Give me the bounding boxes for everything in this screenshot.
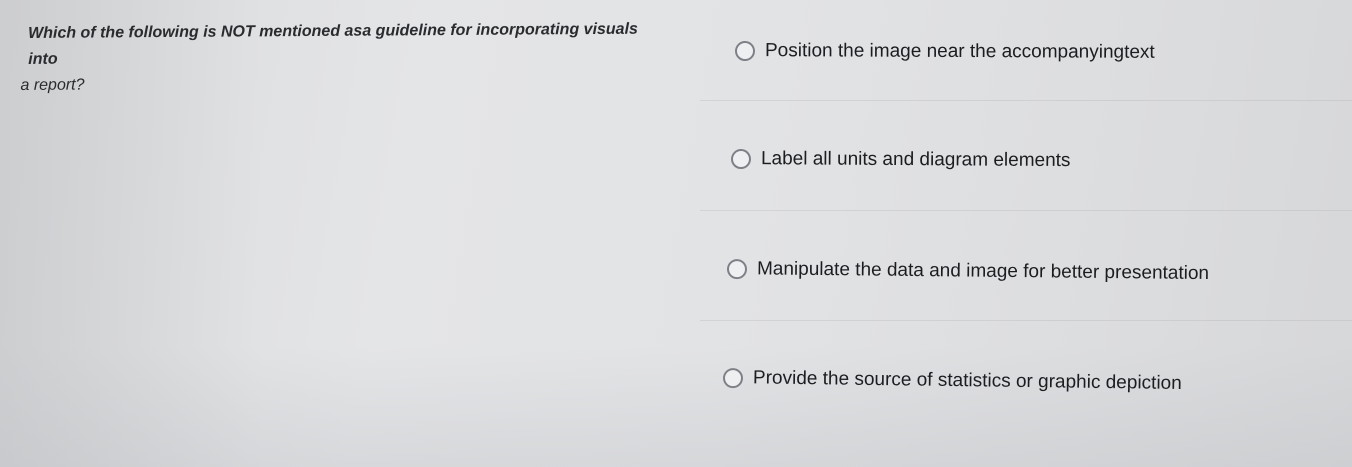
radio-circle-icon[interactable] [726, 259, 748, 280]
radio-circle-icon[interactable] [730, 149, 752, 170]
question-line-2: a report? [20, 76, 85, 94]
answer-option-manipulate-data[interactable]: Manipulate the data and image for better… [726, 258, 1210, 285]
answer-option-label: Provide the source of statistics or grap… [752, 367, 1182, 395]
background-shade-bottom [0, 347, 1352, 467]
radio-circle-icon[interactable] [722, 368, 744, 389]
answer-option-position-image[interactable]: Position the image near the accompanying… [734, 40, 1155, 64]
answer-option-label: Manipulate the data and image for better… [756, 258, 1210, 285]
option-divider [700, 210, 1352, 211]
answer-option-label-units[interactable]: Label all units and diagram elements [730, 148, 1071, 172]
answer-option-label: Position the image near the accompanying… [764, 40, 1155, 63]
question-text: Which of the following is NOT mentioned … [20, 16, 671, 99]
option-divider [700, 320, 1352, 321]
option-divider [700, 100, 1352, 101]
radio-circle-icon[interactable] [734, 41, 756, 62]
question-line-1: Which of the following is NOT mentioned … [28, 20, 638, 68]
answer-option-provide-source[interactable]: Provide the source of statistics or grap… [722, 367, 1182, 395]
answer-option-label: Label all units and diagram elements [760, 148, 1071, 172]
